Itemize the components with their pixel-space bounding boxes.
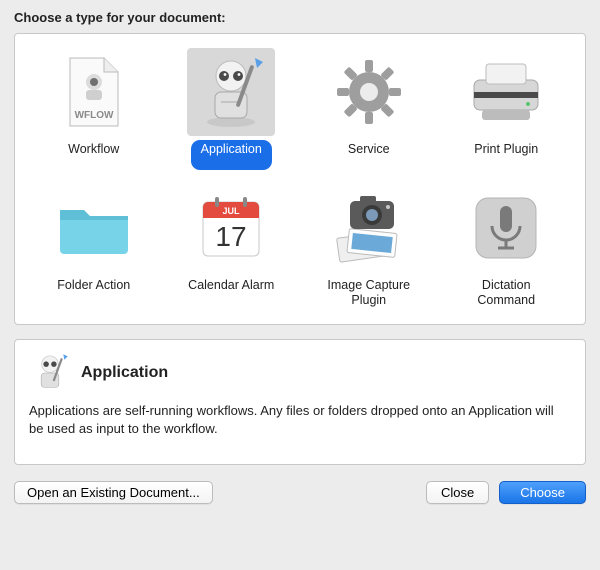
dialog-heading: Choose a type for your document: bbox=[14, 10, 586, 25]
type-folder-action[interactable]: Folder Action bbox=[25, 184, 163, 310]
folder-icon bbox=[50, 184, 138, 272]
microphone-icon bbox=[462, 184, 550, 272]
svg-text:JUL: JUL bbox=[223, 206, 241, 216]
printer-icon bbox=[462, 48, 550, 136]
type-label: Workflow bbox=[58, 140, 129, 170]
type-dictation-command[interactable]: DictationCommand bbox=[438, 184, 576, 310]
automator-robot-icon bbox=[29, 352, 71, 394]
svg-text:WFLOW: WFLOW bbox=[74, 110, 113, 121]
automator-robot-icon bbox=[187, 48, 275, 136]
type-label: Calendar Alarm bbox=[178, 276, 284, 306]
type-label: DictationCommand bbox=[467, 276, 545, 310]
button-row: Open an Existing Document... Close Choos… bbox=[14, 481, 586, 504]
type-print-plugin[interactable]: Print Plugin bbox=[438, 48, 576, 170]
type-workflow[interactable]: WFLOW Workflow bbox=[25, 48, 163, 170]
type-chooser-panel: WFLOW Workflow bbox=[14, 33, 586, 325]
type-service[interactable]: Service bbox=[300, 48, 438, 170]
workflow-document-icon: WFLOW bbox=[50, 48, 138, 136]
type-label: Image CapturePlugin bbox=[317, 276, 420, 310]
type-image-capture-plugin[interactable]: Image CapturePlugin bbox=[300, 184, 438, 310]
detail-title: Application bbox=[81, 364, 168, 382]
choose-button[interactable]: Choose bbox=[499, 481, 586, 504]
type-grid: WFLOW Workflow bbox=[15, 34, 585, 324]
calendar-icon: JUL 17 bbox=[187, 184, 275, 272]
detail-header: Application bbox=[29, 352, 571, 394]
gear-icon bbox=[325, 48, 413, 136]
type-label: Service bbox=[338, 140, 400, 170]
type-label: Print Plugin bbox=[464, 140, 548, 170]
camera-photos-icon bbox=[325, 184, 413, 272]
detail-panel: Application Applications are self-runnin… bbox=[14, 339, 586, 465]
type-calendar-alarm[interactable]: JUL 17 Calendar Alarm bbox=[163, 184, 301, 310]
type-application[interactable]: Application bbox=[163, 48, 301, 170]
type-label: Application bbox=[191, 140, 272, 170]
open-existing-document-button[interactable]: Open an Existing Document... bbox=[14, 481, 213, 504]
detail-description: Applications are self-running workflows.… bbox=[29, 402, 571, 437]
close-button[interactable]: Close bbox=[426, 481, 489, 504]
type-label: Folder Action bbox=[47, 276, 140, 306]
svg-text:17: 17 bbox=[216, 221, 247, 252]
